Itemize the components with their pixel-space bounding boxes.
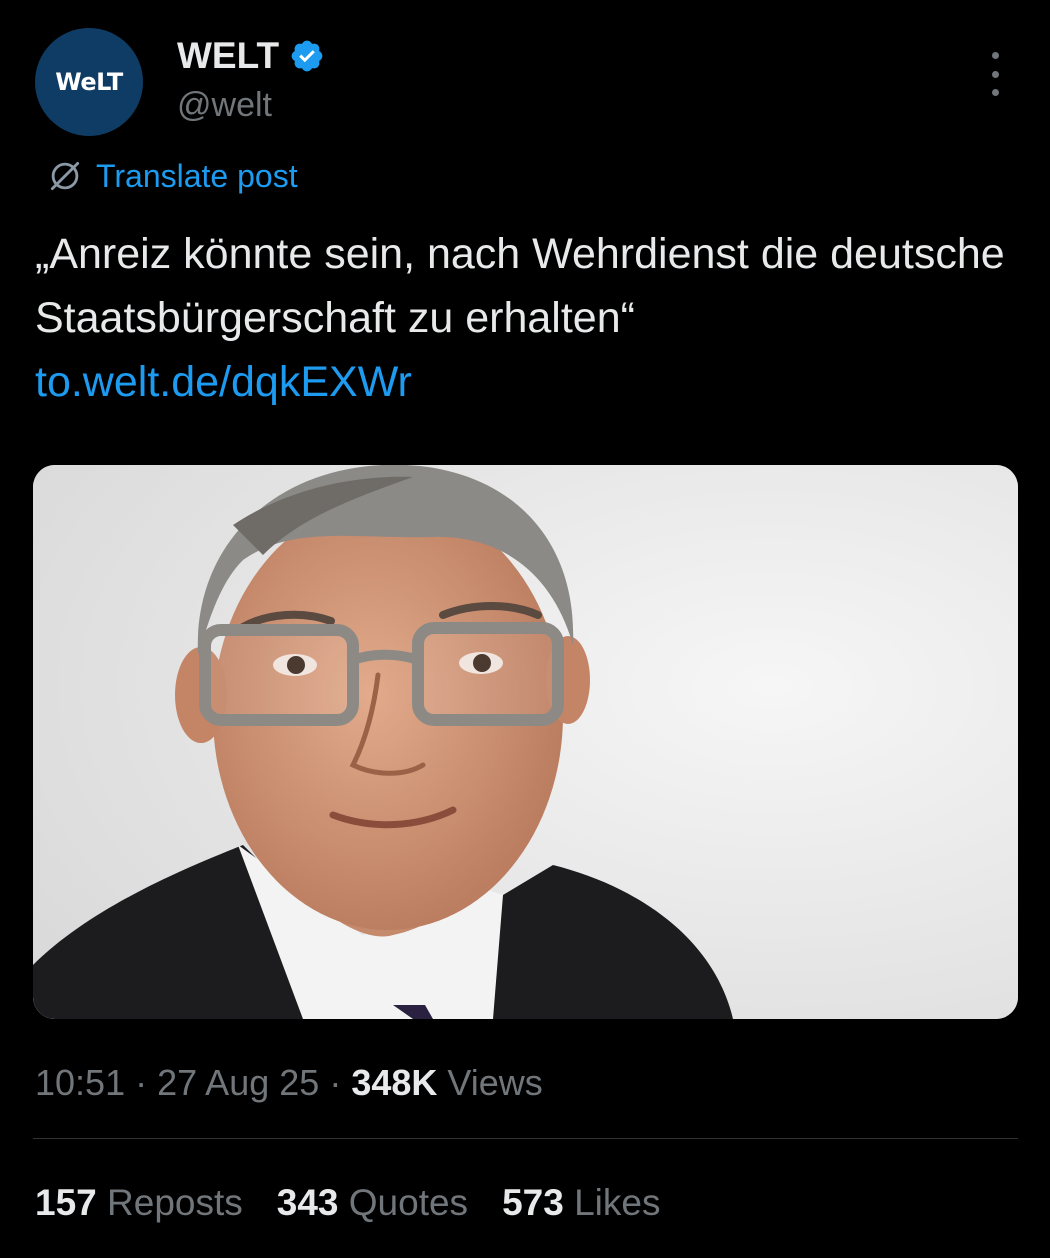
- post-text: „Anreiz könnte sein, nach Wehrdienst die…: [35, 230, 1005, 342]
- more-vertical-icon: [991, 52, 999, 59]
- display-name[interactable]: WELT: [177, 34, 279, 78]
- portrait-photo: [33, 465, 1018, 1019]
- meta-separator: ·: [135, 1062, 148, 1103]
- more-vertical-icon-dot: [991, 70, 999, 78]
- divider: [33, 1138, 1018, 1139]
- reposts-label: Reposts: [107, 1182, 243, 1223]
- avatar-logo-text: WeLT: [55, 68, 123, 96]
- quotes-label: Quotes: [348, 1182, 469, 1223]
- translate-post-button[interactable]: Translate post: [46, 155, 298, 197]
- post-date[interactable]: 27 Aug 25: [157, 1062, 319, 1103]
- post-stats: 157 Reposts 343 Quotes 573 Likes: [35, 1178, 660, 1228]
- post-link[interactable]: to.welt.de/dqkEXWr: [35, 350, 1025, 414]
- likes-label: Likes: [574, 1182, 661, 1223]
- quotes-count: 343: [276, 1182, 339, 1223]
- more-vertical-icon-dot: [991, 89, 999, 96]
- more-options-button[interactable]: [975, 52, 1015, 96]
- author-name-row[interactable]: WELT: [177, 34, 325, 78]
- post-meta: 10:51 · 27 Aug 25 · 348K Views: [35, 1058, 543, 1108]
- quotes-stat[interactable]: 343 Quotes: [277, 1178, 468, 1228]
- globe-slash-icon: [50, 161, 80, 191]
- meta-separator: ·: [329, 1062, 342, 1103]
- verified-badge-icon: [291, 40, 323, 72]
- reposts-count: 157: [35, 1182, 97, 1223]
- reposts-stat[interactable]: 157 Reposts: [35, 1178, 243, 1228]
- post-time[interactable]: 10:51: [35, 1062, 125, 1103]
- views-label: Views: [447, 1062, 543, 1103]
- avatar[interactable]: WeLT: [35, 28, 143, 136]
- post-body: „Anreiz könnte sein, nach Wehrdienst die…: [35, 222, 1025, 414]
- user-handle[interactable]: @welt: [177, 84, 272, 126]
- likes-stat[interactable]: 573 Likes: [502, 1178, 660, 1228]
- post-image[interactable]: [33, 465, 1018, 1019]
- translate-post-label: Translate post: [96, 158, 298, 194]
- views-count[interactable]: 348K: [351, 1062, 437, 1103]
- likes-count: 573: [502, 1182, 564, 1223]
